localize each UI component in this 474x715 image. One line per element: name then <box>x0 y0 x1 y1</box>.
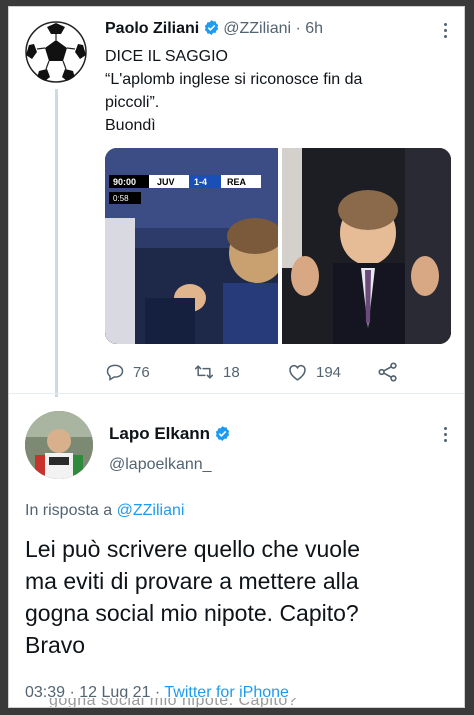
reply-author-name[interactable]: Lapo Elkann <box>109 424 234 447</box>
soccer-ball-icon <box>25 21 87 83</box>
scoreboard-clock: 90:00 <box>113 177 136 187</box>
scoreboard-added: 0:58 <box>113 194 129 203</box>
bleed-through-text: gogna social mio nipote. Capito? <box>9 698 464 707</box>
scoreboard-away: REA <box>227 177 247 187</box>
reply-author-name-text: Lapo Elkann <box>109 424 211 443</box>
author-handle[interactable]: @ZZiliani <box>223 20 291 37</box>
verified-badge-icon <box>214 425 231 447</box>
more-icon[interactable] <box>443 23 449 41</box>
bleed-text: gogna social mio nipote. Capito? <box>49 698 298 707</box>
tweet-header: Paolo Ziliani @ZZiliani · 6h <box>105 19 323 41</box>
retweet-count: 18 <box>223 363 240 381</box>
reply-line: Lei può scrivere quello che vuole <box>25 536 360 562</box>
more-icon[interactable] <box>443 427 449 445</box>
reply-line: Bravo <box>25 632 86 658</box>
scoreboard-home: JUV <box>157 177 175 187</box>
like-icon <box>289 364 306 381</box>
reply-action[interactable]: 76 <box>105 362 150 382</box>
share-action[interactable] <box>377 362 399 382</box>
share-icon <box>378 362 397 382</box>
tweet-line: piccoli”. <box>105 94 160 111</box>
reply-icon <box>106 364 124 381</box>
replying-prefix: In risposta a <box>25 502 113 519</box>
author-name[interactable]: Paolo Ziliani <box>105 20 199 37</box>
tweet-line: “L'aplomb inglese si riconosce fin da <box>105 71 363 88</box>
screenshot-frame: Paolo Ziliani @ZZiliani · 6h DICE IL SAGG… <box>8 6 465 708</box>
tweet-line: DICE IL SAGGIO <box>105 48 228 65</box>
reply-text: Lei può scrivere quello che vuole ma evi… <box>25 533 455 661</box>
like-action[interactable]: 194 <box>287 362 341 382</box>
scoreboard-score: 1-4 <box>194 177 207 187</box>
tweet-line: Buondì <box>105 117 156 134</box>
reply-author-handle[interactable]: @lapoelkann_ <box>109 456 212 474</box>
replying-to-link[interactable]: @ZZiliani <box>117 502 185 519</box>
retweet-icon <box>194 365 214 379</box>
tweet-text: DICE IL SAGGIO “L'aplomb inglese si rico… <box>105 45 425 137</box>
dot-separator: · <box>295 20 301 37</box>
like-count: 194 <box>316 363 342 381</box>
verified-badge-icon <box>203 19 220 41</box>
tweet-media[interactable]: 90:00 JUV 1-4 REA 0:58 <box>105 148 451 344</box>
reply-author-avatar[interactable] <box>25 411 93 479</box>
replying-to: In risposta a @ZZiliani <box>25 502 184 520</box>
divider <box>9 393 464 394</box>
tweet-age[interactable]: 6h <box>305 20 323 37</box>
reply-count: 76 <box>133 363 150 381</box>
thread-line <box>55 89 58 397</box>
retweet-action[interactable]: 18 <box>193 362 240 382</box>
author-avatar[interactable] <box>25 21 87 83</box>
reply-line: ma eviti di provare a mettere alla <box>25 568 359 594</box>
reply-line: gogna social mio nipote. Capito? <box>25 600 359 626</box>
